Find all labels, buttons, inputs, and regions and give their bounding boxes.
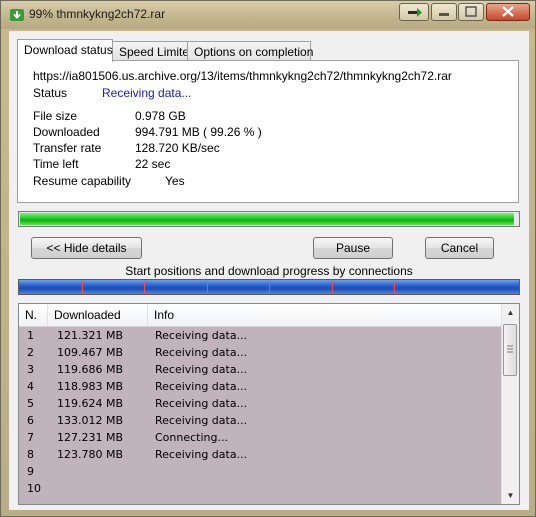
window-title: 99% thmnkykng2ch72.rar — [29, 7, 166, 21]
row-info: Receiving data... — [155, 363, 248, 376]
list-header: N. Downloaded Info — [19, 304, 502, 327]
scroll-down-arrow-icon[interactable]: ▼ — [502, 487, 519, 504]
status-label: Status — [33, 86, 68, 100]
close-icon — [502, 6, 514, 17]
row-info: Receiving data... — [155, 346, 248, 359]
minimize-arrow-icon — [408, 8, 422, 17]
row-number: 7 — [27, 431, 34, 444]
resume-capability-label: Resume capability — [33, 174, 132, 188]
time-left-label: Time left — [33, 157, 79, 171]
download-window: 99% thmnkykng2ch72.rar Download status S… — [0, 0, 536, 517]
connection-start-marker — [269, 281, 270, 293]
row-info: Connecting... — [155, 431, 228, 444]
row-number: 3 — [27, 363, 34, 376]
row-downloaded: 119.686 MB — [57, 363, 124, 376]
row-info: Receiving data... — [155, 380, 248, 393]
row-number: 9 — [27, 465, 34, 478]
list-scrollbar[interactable]: ▲ ▼ — [501, 304, 519, 504]
minimize-icon — [439, 13, 449, 16]
column-header-downloaded[interactable]: Downloaded — [48, 304, 148, 326]
row-number: 6 — [27, 414, 34, 427]
connection-start-marker — [394, 281, 395, 293]
status-value: Receiving data... — [102, 86, 192, 100]
hide-details-button[interactable]: << Hide details — [31, 237, 142, 259]
row-number: 2 — [27, 346, 34, 359]
row-number: 4 — [27, 380, 34, 393]
downloaded-value: 994.791 MB ( 99.26 % ) — [135, 125, 262, 139]
row-downloaded: 109.467 MB — [57, 346, 124, 359]
row-number: 5 — [27, 397, 34, 410]
resume-capability-value: Yes — [165, 174, 185, 188]
list-item[interactable]: 9 — [19, 463, 502, 480]
list-item[interactable]: 6 133.012 MB Receiving data... — [19, 412, 502, 429]
close-button[interactable] — [486, 3, 530, 21]
row-number: 10 — [27, 482, 41, 495]
row-info: Receiving data... — [155, 448, 248, 461]
row-info: Receiving data... — [155, 329, 248, 342]
list-item[interactable]: 3 119.686 MB Receiving data... — [19, 361, 502, 378]
row-downloaded: 118.983 MB — [57, 380, 124, 393]
connection-start-marker — [82, 281, 83, 293]
list-item[interactable]: 10 — [19, 480, 502, 497]
file-size-label: File size — [33, 109, 78, 123]
client-area: Download status Speed Limiter Options on… — [9, 31, 529, 510]
download-url: https://ia801506.us.archive.org/13/items… — [33, 69, 452, 83]
maximize-button[interactable] — [458, 3, 484, 21]
connections-list[interactable]: N. Downloaded Info 1 121.321 MB Receiving … — [18, 303, 520, 505]
list-item[interactable]: 5 119.624 MB Receiving data... — [19, 395, 502, 412]
connection-start-marker — [144, 281, 145, 293]
download-app-icon — [10, 9, 24, 21]
column-header-number[interactable]: N. — [19, 304, 48, 326]
row-number: 1 — [27, 329, 34, 342]
tab-download-status[interactable]: Download status — [17, 39, 113, 62]
transfer-rate-label: Transfer rate — [33, 141, 102, 155]
title-bar[interactable]: 99% thmnkykng2ch72.rar — [1, 1, 535, 29]
row-downloaded: 119.624 MB — [57, 397, 124, 410]
scroll-up-arrow-icon[interactable]: ▲ — [502, 304, 519, 321]
scroll-thumb[interactable] — [503, 324, 517, 376]
cancel-button[interactable]: Cancel — [425, 237, 494, 259]
tab-options-on-completion[interactable]: Options on completion — [187, 41, 313, 61]
connection-start-marker — [332, 281, 333, 293]
row-downloaded: 127.231 MB — [57, 431, 124, 444]
connection-start-marker — [207, 281, 208, 293]
list-item[interactable]: 7 127.231 MB Connecting... — [19, 429, 502, 446]
pause-button[interactable]: Pause — [313, 237, 393, 259]
row-downloaded: 133.012 MB — [57, 414, 124, 427]
transfer-rate-value: 128.720 KB/sec — [135, 141, 220, 155]
scroll-grip-icon — [507, 345, 513, 353]
minimize-button[interactable] — [399, 3, 429, 21]
list-item[interactable]: 2 109.467 MB Receiving data... — [19, 344, 502, 361]
row-downloaded: 121.321 MB — [57, 329, 124, 342]
connections-progress-bar — [18, 279, 520, 295]
restore-button[interactable] — [431, 3, 457, 21]
list-item[interactable]: 1 121.321 MB Receiving data... — [19, 327, 502, 344]
overall-progress-fill — [20, 213, 514, 225]
overall-progress-bar — [18, 211, 520, 227]
download-status-panel: https://ia801506.us.archive.org/13/items… — [17, 60, 519, 203]
list-item[interactable]: 8 123.780 MB Receiving data... — [19, 446, 502, 463]
connections-caption: Start positions and download progress by… — [125, 264, 413, 278]
row-info: Receiving data... — [155, 414, 248, 427]
tab-speed-limiter[interactable]: Speed Limiter — [112, 41, 193, 61]
time-left-value: 22 sec — [135, 157, 171, 171]
list-item[interactable]: 4 118.983 MB Receiving data... — [19, 378, 502, 395]
column-header-info[interactable]: Info — [148, 304, 502, 326]
list-rows: 1 121.321 MB Receiving data... 2 109.467 MB R… — [19, 327, 502, 497]
maximize-icon — [465, 6, 477, 17]
downloaded-label: Downloaded — [33, 125, 100, 139]
file-size-value: 0.978 GB — [135, 109, 186, 123]
row-number: 8 — [27, 448, 34, 461]
row-info: Receiving data... — [155, 397, 248, 410]
row-downloaded: 123.780 MB — [57, 448, 124, 461]
